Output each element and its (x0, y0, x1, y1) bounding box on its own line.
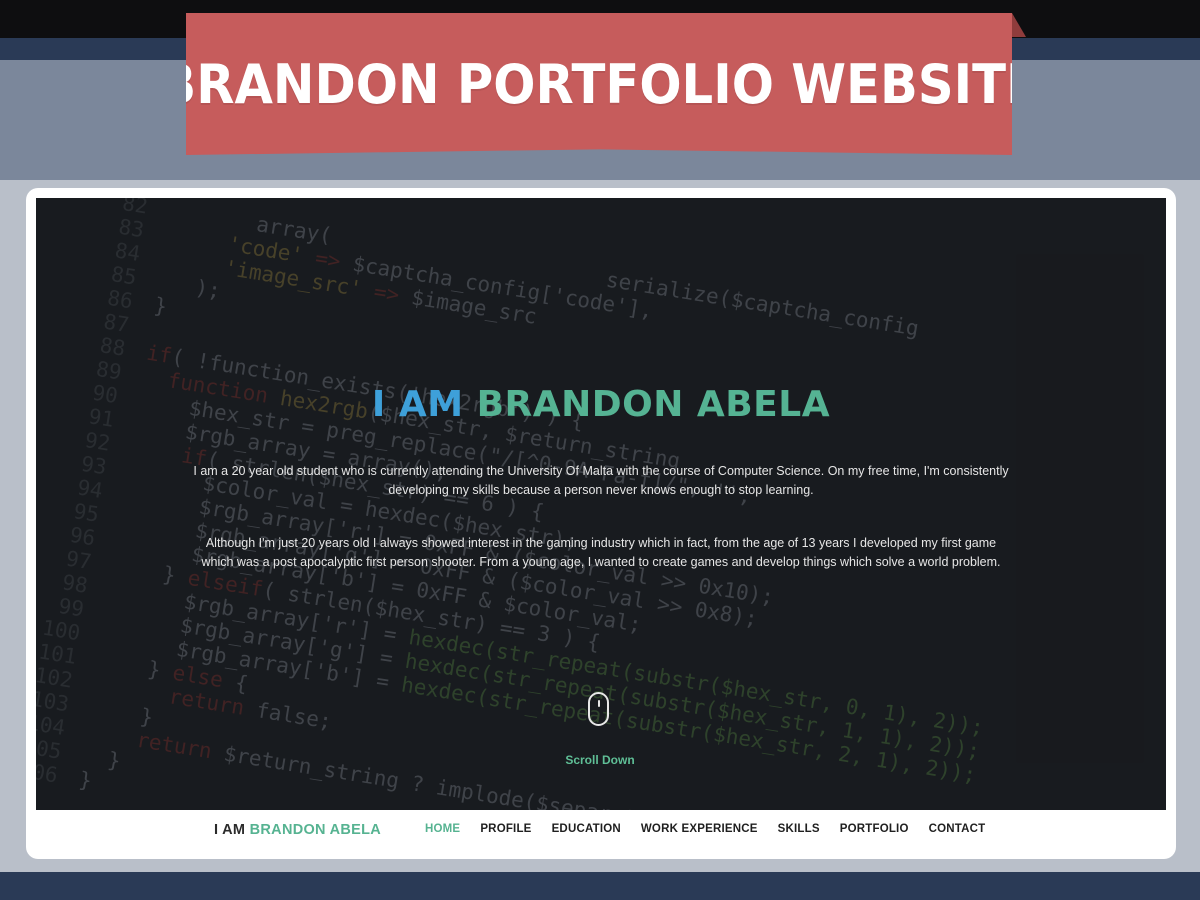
nav-item-home[interactable]: HOME (425, 823, 460, 835)
nav-item-portfolio[interactable]: PORTFOLIO (840, 823, 909, 835)
hero-paragraph-2: Although I'm just 20 years old I always … (36, 534, 1166, 572)
nav-item-work-experience[interactable]: WORK EXPERIENCE (641, 823, 758, 835)
nav-brand[interactable]: I AM BRANDON ABELA (214, 822, 381, 838)
scroll-down-link[interactable]: Scroll Down (0, 753, 1200, 767)
nav-brand-name: BRANDON ABELA (249, 822, 382, 838)
hero-title: I AM BRANDON ABELA (36, 384, 1166, 425)
mouse-icon[interactable] (588, 692, 609, 726)
nav-item-skills[interactable]: SKILLS (778, 823, 820, 835)
hero-paragraph-2-line-1: Although I'm just 20 years old I always … (205, 536, 997, 550)
nav-item-education[interactable]: EDUCATION (552, 823, 621, 835)
banner-title: BRANDON PORTFOLIO WEBSITE (158, 52, 1040, 116)
hero-title-prefix: I AM (371, 384, 464, 425)
hero-title-name: BRANDON ABELA (476, 384, 831, 425)
hero-paragraph-1: I am a 20 year old student who is curren… (36, 462, 1166, 500)
hero-paragraph-1-line-2: developing my skills because a person ne… (388, 483, 814, 497)
bottom-frame-band (0, 872, 1200, 900)
hero-paragraph-2-line-2: which was a post apocalyptic first perso… (201, 555, 1001, 569)
nav-item-contact[interactable]: CONTACT (929, 823, 986, 835)
nav-brand-prefix: I AM (214, 822, 246, 838)
nav-item-profile[interactable]: PROFILE (480, 823, 531, 835)
nav-menu: HOME PROFILE EDUCATION WORK EXPERIENCE S… (425, 823, 1005, 835)
title-banner: BRANDON PORTFOLIO WEBSITE (186, 13, 1012, 155)
hero-paragraph-1-line-1: I am a 20 year old student who is curren… (193, 464, 1009, 478)
